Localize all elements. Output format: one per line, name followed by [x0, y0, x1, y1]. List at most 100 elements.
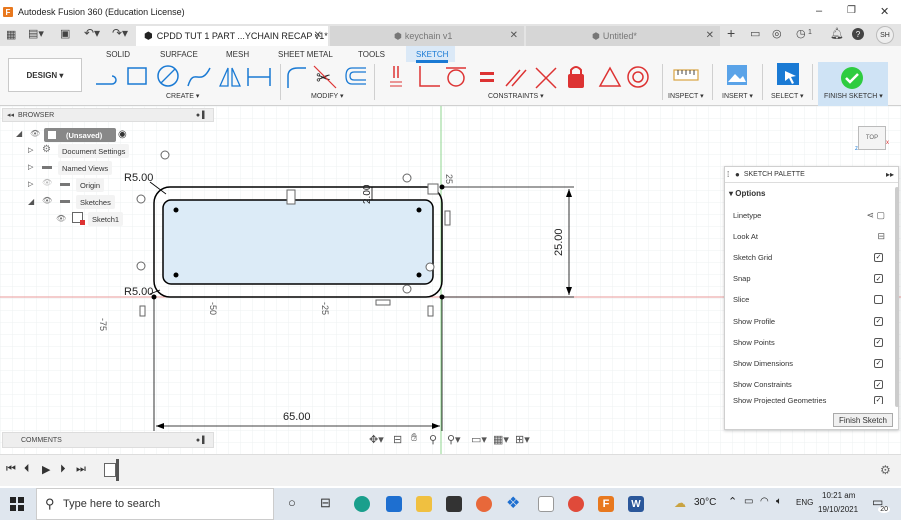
dropbox-icon[interactable]: ❖ [506, 493, 522, 512]
job-status-icon[interactable]: ◎ [772, 27, 782, 40]
hidden-eye-icon[interactable]: 👁︎ [42, 178, 52, 187]
radius-dimension-bottom[interactable]: R5.00 [124, 286, 153, 298]
finish-sketch-menu[interactable]: FINISH SKETCH ▾ [824, 92, 883, 100]
tab-solid[interactable]: SOLID [106, 50, 130, 59]
palette-checkbox[interactable]: ✓ [874, 252, 883, 262]
display-settings-icon[interactable]: ▭▾ [471, 433, 487, 446]
show-hidden-icons-icon[interactable]: ⌃ [728, 495, 737, 508]
orbit-icon[interactable]: ✥▾ [369, 433, 384, 446]
clock-time[interactable]: 10:21 am [822, 491, 855, 500]
coincident-icon[interactable] [419, 66, 440, 87]
perpendicular-icon[interactable] [535, 67, 557, 89]
weather-icon[interactable]: ☁ [674, 496, 686, 510]
file-menu-icon[interactable]: ▤▾ [28, 27, 44, 40]
browser-item-named-views[interactable]: Named Views [58, 161, 113, 175]
palette-row[interactable]: Snap ✓ [733, 269, 883, 289]
notification-clock-icon[interactable]: ◷ [796, 27, 806, 40]
palette-row[interactable]: Sketch Grid ✓ [733, 247, 883, 267]
insert-menu[interactable]: INSERT ▾ [722, 92, 753, 100]
finish-check-icon[interactable] [840, 66, 864, 90]
pan-hand-icon[interactable]: ✋︎ [411, 432, 417, 445]
look-at-icon[interactable]: ⊟ [877, 231, 885, 242]
expand-arrow-icon[interactable]: ▷ [28, 146, 33, 154]
timeline-settings-gear-icon[interactable]: ⚙ [880, 463, 891, 477]
fusion360-taskbar-icon[interactable]: F [598, 496, 614, 512]
panel-pin-icon[interactable]: ● ▌ [196, 112, 207, 119]
palette-checkbox[interactable] [874, 295, 883, 305]
palette-row[interactable]: Slice [733, 290, 883, 310]
palette-row[interactable]: Linetype ⋖ ▢ [733, 205, 885, 225]
palette-checkbox[interactable]: ✓ [874, 337, 883, 347]
fix-lock-icon[interactable] [568, 66, 584, 88]
notification-center-icon[interactable]: ▭ 20 [872, 495, 890, 513]
go-to-end-icon[interactable]: ⏭ [76, 463, 86, 476]
doc-tab-active[interactable]: ⬢ CPDD TUT 1 PART ...YCHAIN RECAP v1* ✕ [136, 26, 328, 46]
offset-tool-icon[interactable] [345, 67, 366, 85]
chat-icon[interactable]: ▭ [750, 27, 760, 40]
save-icon[interactable]: ▣ [60, 27, 70, 40]
palette-handle-icon[interactable]: ⁞ [727, 170, 729, 179]
palette-row[interactable]: Show Profile ✓ [733, 311, 883, 331]
calculator-icon[interactable] [538, 496, 554, 512]
browser-header[interactable]: ◂◂ BROWSER ● ▌ [2, 108, 214, 122]
palette-expand-icon[interactable]: ▸▸ [886, 170, 894, 179]
palette-scrollbar[interactable] [895, 187, 899, 407]
bell-icon[interactable]: 🔔︎ [830, 27, 844, 40]
linetype-icon[interactable]: ⋖ ▢ [866, 210, 885, 221]
project-tool-icon[interactable] [390, 66, 402, 87]
temperature-text[interactable]: 30°C [694, 497, 716, 508]
step-back-icon[interactable]: ⏴ [24, 463, 30, 476]
palette-checkbox[interactable]: ✓ [874, 380, 883, 390]
file-explorer-icon[interactable] [416, 496, 432, 512]
rectangle-tool-icon[interactable] [127, 67, 147, 85]
step-forward-icon[interactable]: ⏵ [60, 463, 66, 476]
activate-radio-icon[interactable]: ◉ [118, 129, 127, 140]
redo-icon[interactable]: ↷▾ [112, 26, 128, 40]
expand-arrow-icon[interactable]: ▷ [28, 180, 33, 188]
zoom-window-icon[interactable]: ⚲▾ [447, 433, 461, 446]
battery-icon[interactable]: ▭ [744, 496, 753, 507]
close-tab-icon[interactable]: ✕ [510, 30, 518, 41]
concentric-icon[interactable] [627, 66, 649, 88]
viewports-icon[interactable]: ⊞▾ [515, 433, 530, 446]
browser-item-document-settings[interactable]: Document Settings [58, 144, 130, 158]
browser-item-sketches[interactable]: Sketches [76, 195, 115, 209]
close-button[interactable]: ✕ [880, 5, 889, 18]
mirror-tool-icon[interactable] [218, 67, 242, 87]
palette-checkbox[interactable]: ✓ [874, 358, 883, 368]
chrome-icon[interactable] [568, 496, 584, 512]
firefox-icon[interactable] [476, 496, 492, 512]
trim-tool-icon[interactable]: ✂ [313, 65, 337, 89]
expand-triangle-icon[interactable]: ◢ [28, 197, 34, 206]
constraints-menu[interactable]: CONSTRAINTS ▾ [488, 92, 544, 100]
go-to-start-icon[interactable]: ⏮ [6, 463, 16, 476]
modify-menu[interactable]: MODIFY ▾ [311, 92, 344, 100]
timeline-sketch-feature-icon[interactable] [104, 463, 116, 477]
tab-sheet-metal[interactable]: SHEET METAL [278, 50, 333, 59]
visibility-eye-icon[interactable]: 👁︎ [42, 196, 52, 205]
comments-panel[interactable]: COMMENTS ● ▌ [2, 432, 214, 448]
tab-tools[interactable]: TOOLS [358, 50, 385, 59]
mail-icon[interactable] [386, 496, 402, 512]
undo-icon[interactable]: ↶▾ [84, 26, 100, 40]
measure-icon[interactable] [672, 66, 700, 84]
language-indicator[interactable]: ENG [796, 498, 813, 507]
wifi-icon[interactable]: ◠ [760, 496, 769, 507]
browser-item-origin[interactable]: Origin [76, 178, 105, 192]
doc-tab-untitled[interactable]: ⬢ Untitled* ✕ [526, 26, 720, 46]
word-icon[interactable]: W [628, 496, 644, 512]
inspect-menu[interactable]: INSPECT ▾ [668, 92, 704, 100]
edge-browser-icon[interactable] [354, 496, 370, 512]
grid-menu-icon[interactable]: ▦ [6, 28, 16, 41]
width-dimension[interactable]: 65.00 [283, 411, 311, 423]
create-menu[interactable]: CREATE ▾ [166, 92, 199, 100]
height-dimension[interactable]: 25.00 [553, 228, 565, 256]
expand-arrow-icon[interactable]: ▷ [28, 163, 33, 171]
clock-date[interactable]: 19/10/2021 [818, 505, 858, 514]
palette-row[interactable]: Show Dimensions ✓ [733, 353, 883, 373]
equal-icon[interactable] [480, 72, 494, 82]
palette-checkbox[interactable]: ✓ [874, 395, 883, 404]
zoom-icon[interactable]: ⚲ [429, 433, 437, 446]
palette-checkbox[interactable]: ✓ [874, 274, 883, 284]
parallel-icon[interactable] [505, 69, 527, 87]
